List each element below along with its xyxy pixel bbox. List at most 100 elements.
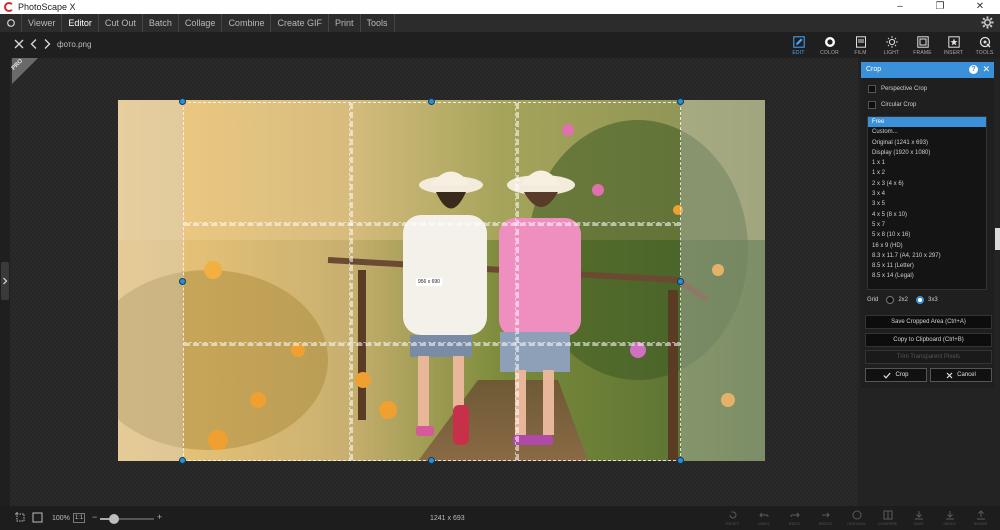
crop-size-label: 956 x 690 — [416, 278, 442, 286]
frame-icon — [916, 36, 929, 48]
crop-ratio-list[interactable]: Free Custom... Original (1241 x 693) Dis… — [867, 116, 987, 290]
crop-handle-top-left[interactable] — [179, 98, 186, 105]
menu-cut-out[interactable]: Cut Out — [99, 14, 143, 32]
grid-3x3-radio[interactable] — [916, 296, 925, 304]
reset-button[interactable]: RESET — [717, 506, 748, 530]
ratio-item-16x9[interactable]: 16 x 9 (HD) — [868, 241, 986, 251]
share-button[interactable]: SHARE — [965, 506, 996, 530]
menu-viewer[interactable]: Viewer — [22, 14, 63, 32]
ratio-item-1x1[interactable]: 1 x 1 — [868, 158, 986, 168]
crop-button[interactable]: Crop — [865, 368, 927, 382]
save-cropped-area-button[interactable]: Save Cropped Area (Ctrl+A) — [865, 315, 992, 329]
save-as-icon — [945, 511, 954, 520]
zoom-out-icon[interactable]: − — [92, 512, 97, 522]
compare-icon — [883, 510, 892, 520]
ratio-item-custom[interactable]: Custom... — [868, 127, 986, 137]
search-button[interactable] — [0, 14, 22, 32]
tab-tools[interactable]: TOOLS — [969, 32, 1000, 58]
tab-light[interactable]: LIGHT — [876, 32, 907, 58]
help-icon[interactable]: ? — [969, 65, 978, 74]
ratio-item-5x7[interactable]: 5 x 7 — [868, 220, 986, 230]
tab-edit[interactable]: EDIT — [783, 32, 814, 58]
ratio-item-original[interactable]: Original (1241 x 693) — [868, 138, 986, 148]
circular-crop-checkbox[interactable]: Circular Crop — [868, 100, 988, 110]
tools-icon — [979, 36, 991, 48]
chevron-right-icon[interactable] — [41, 38, 53, 50]
zoom-percent: 100% — [52, 515, 70, 522]
redo-all-button[interactable]: REDO2 — [810, 506, 841, 530]
save-as-button[interactable]: SAVE2 — [934, 506, 965, 530]
ratio-item-letter[interactable]: 8.5 x 11 (Letter) — [868, 261, 986, 271]
right-scroll-tab[interactable] — [995, 228, 1000, 250]
zoom-in-icon[interactable]: + — [157, 512, 162, 522]
close-window-button[interactable]: ✕ — [960, 0, 1000, 14]
ratio-item-2x3[interactable]: 2 x 3 (4 x 6) — [868, 179, 986, 189]
ratio-item-5x8[interactable]: 5 x 8 (10 x 16) — [868, 230, 986, 240]
crop-grid-line — [515, 103, 519, 460]
grid-label: Grid — [867, 297, 879, 303]
copy-to-clipboard-button[interactable]: Copy to Clipboard (Ctrl+B) — [865, 333, 992, 347]
crop-handle-right[interactable] — [677, 278, 684, 285]
close-panel-icon[interactable]: ✕ — [982, 64, 990, 75]
zoom-slider-knob[interactable] — [109, 514, 119, 524]
menu-batch[interactable]: Batch — [143, 14, 179, 32]
ratio-item-legal[interactable]: 8.5 x 14 (Legal) — [868, 271, 986, 281]
grid-2x2-radio[interactable] — [886, 296, 895, 304]
menu-create-gif[interactable]: Create GIF — [271, 14, 329, 32]
crop-handle-left[interactable] — [179, 278, 186, 285]
tab-frame[interactable]: FRAME — [907, 32, 938, 58]
ratio-item-display[interactable]: Display (1920 x 1080) — [868, 148, 986, 158]
close-icon — [946, 372, 953, 378]
menu-combine[interactable]: Combine — [222, 14, 272, 32]
tab-color[interactable]: COLOR — [814, 32, 845, 58]
grid-3x3-label: 3x3 — [928, 297, 938, 303]
ratio-item-free[interactable]: Free — [868, 117, 986, 128]
ratio-item-3x5[interactable]: 3 x 5 — [868, 199, 986, 209]
status-bar: 100% 1:1 − + 1241 x 693 RESET UNDO REDO … — [0, 506, 1000, 530]
crop-button-label: Crop — [895, 372, 909, 378]
ratio-item-a4[interactable]: 8.3 x 11.7 (A4, 210 x 297) — [868, 251, 986, 261]
crop-grid-icon[interactable] — [15, 512, 26, 523]
redo-button[interactable]: REDO — [779, 506, 810, 530]
ratio-item-1x2[interactable]: 1 x 2 — [868, 168, 986, 178]
tab-insert[interactable]: INSERT — [938, 32, 969, 58]
crop-handle-top[interactable] — [428, 98, 435, 105]
edit-icon — [792, 36, 805, 48]
menu-collage[interactable]: Collage — [179, 14, 223, 32]
cancel-button[interactable]: Cancel — [930, 368, 992, 382]
menu-print[interactable]: Print — [329, 14, 361, 32]
compare-button[interactable]: COMPARE — [872, 506, 903, 530]
ratio-item-3x4[interactable]: 3 x 4 — [868, 189, 986, 199]
chevron-left-icon[interactable] — [28, 38, 40, 50]
save-icon — [914, 511, 923, 520]
menu-bar: Viewer Editor Cut Out Batch Collage Comb… — [0, 14, 1000, 32]
crop-handle-bottom-left[interactable] — [179, 457, 186, 464]
checkbox-box — [868, 85, 876, 93]
tab-film[interactable]: FILM — [845, 32, 876, 58]
reset-icon — [729, 511, 736, 519]
search-icon — [6, 19, 15, 27]
menu-tools[interactable]: Tools — [361, 14, 395, 32]
original-button[interactable]: ORIGINAL — [841, 506, 872, 530]
undo-button[interactable]: UNDO — [748, 506, 779, 530]
fit-screen-icon[interactable] — [32, 512, 43, 523]
crop-handle-bottom[interactable] — [428, 457, 435, 464]
perspective-crop-checkbox[interactable]: Perspective Crop — [868, 84, 988, 94]
save-button[interactable]: SAVE — [903, 506, 934, 530]
trim-transparent-button[interactable]: Trim Transparent Pixels — [865, 350, 992, 364]
menu-editor[interactable]: Editor — [62, 14, 99, 32]
edit-tool-tabs: EDIT COLOR FILM LIGHT FRAME INSERT TOOLS — [783, 32, 1000, 58]
cancel-button-label: Cancel — [957, 372, 976, 378]
maximize-button[interactable]: ❐ — [920, 0, 960, 14]
crop-grid-line — [184, 342, 680, 346]
ratio-item-4x5[interactable]: 4 x 5 (8 x 10) — [868, 210, 986, 220]
minimize-button[interactable]: – — [880, 0, 920, 14]
settings-gear-icon[interactable] — [981, 16, 994, 29]
crop-handle-top-right[interactable] — [677, 98, 684, 105]
expand-sidebar-button[interactable] — [1, 262, 9, 300]
checkmark-icon — [883, 372, 892, 379]
close-icon[interactable] — [13, 38, 25, 50]
undo-icon — [758, 512, 768, 518]
actual-size-button[interactable]: 1:1 — [73, 513, 85, 523]
crop-handle-bottom-right[interactable] — [677, 457, 684, 464]
